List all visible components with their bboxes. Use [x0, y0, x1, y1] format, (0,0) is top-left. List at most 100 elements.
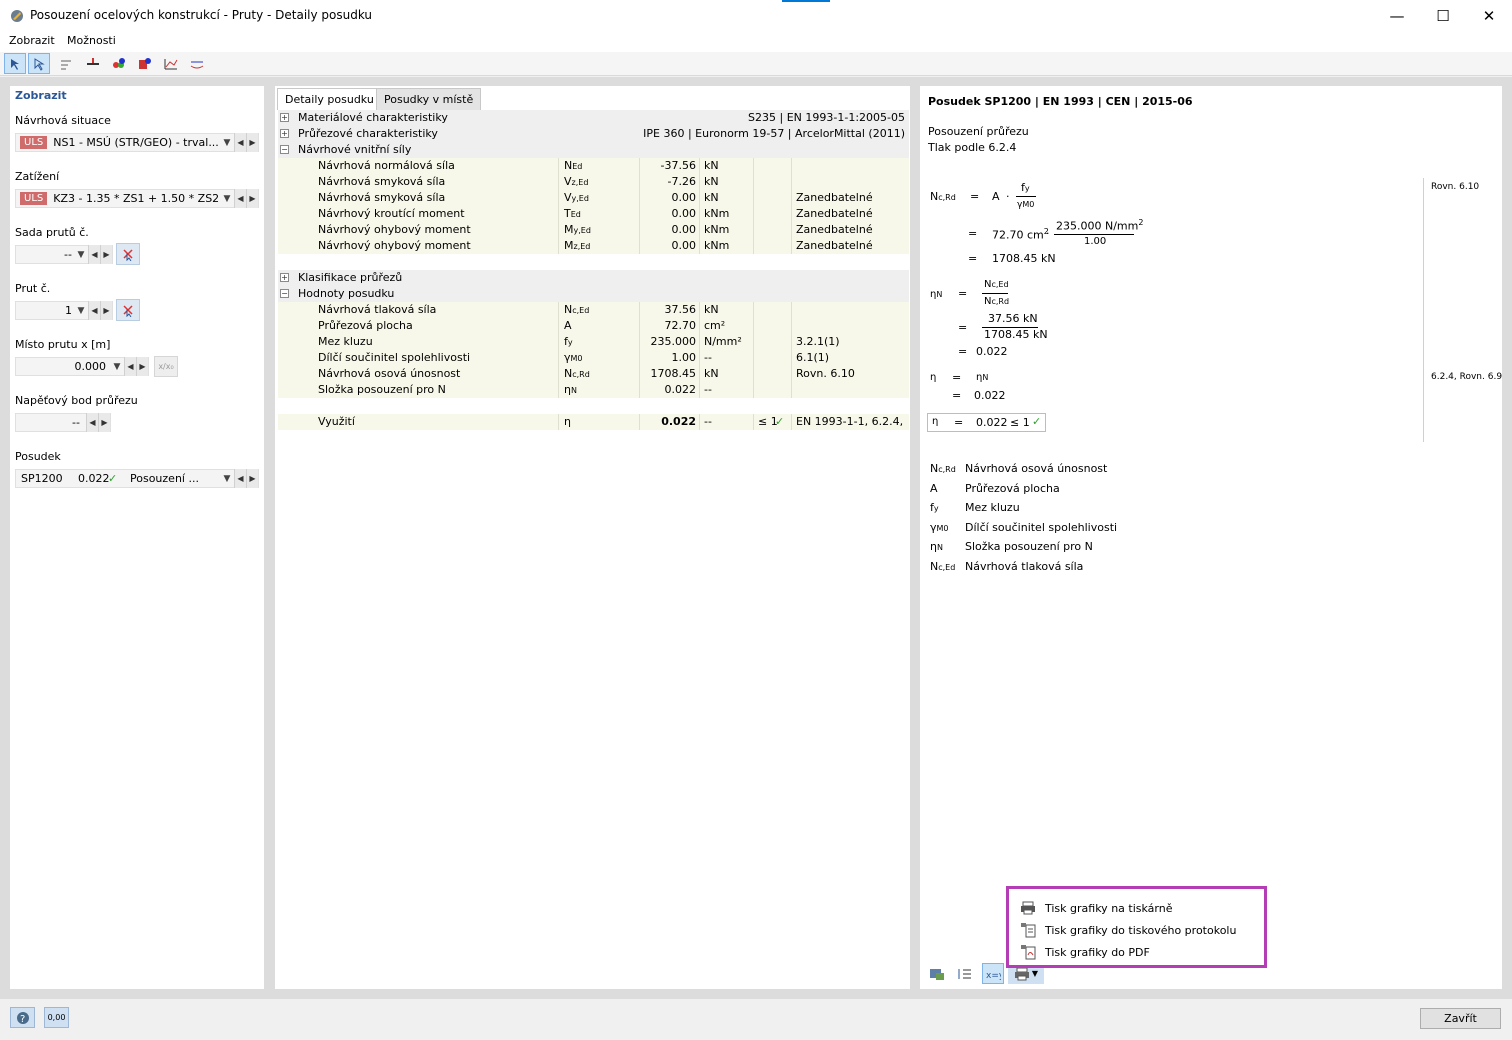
table-row[interactable]: Návrhová tlaková síla Nc,Ed 37.56 kN	[278, 302, 909, 318]
close-window-button[interactable]: ✕	[1466, 0, 1512, 32]
group-section[interactable]: + Průřezové charakteristiky IPE 360 | Eu…	[278, 126, 909, 142]
chevron-down-icon[interactable]: ▼	[220, 474, 234, 484]
next-arrow-icon[interactable]: ▶	[246, 469, 258, 488]
check-ok-icon: ✓	[1032, 415, 1042, 428]
row-unit: N/mm²	[704, 335, 742, 348]
table-row[interactable]: Mez kluzu fy 235.000 N/mm² 3.2.1(1)	[278, 334, 909, 350]
prev-arrow-icon[interactable]: ◀	[234, 133, 246, 152]
table-row[interactable]: Návrhový ohybový moment My,Ed 0.00 kNm Zaned…	[278, 222, 909, 238]
group-forces[interactable]: − Návrhové vnitřní síly	[278, 142, 909, 158]
next-arrow-icon[interactable]: ▶	[100, 245, 112, 264]
design-situation-combo[interactable]: ULS NS1 - MSÚ (STR/GEO) - trval... ▼ ◀ ▶	[15, 133, 259, 152]
relative-location-button[interactable]: x/x₀	[154, 356, 178, 377]
legend-item: ηN Složka posouzení pro N	[930, 540, 1093, 553]
chevron-down-icon[interactable]: ▼	[74, 306, 88, 316]
check-combo[interactable]: SP1200 0.022 ✓ Posouzení ... ▼ ◀ ▶	[15, 469, 259, 488]
design-situation-label: Návrhová situace	[15, 114, 111, 127]
collapse-icon[interactable]: −	[280, 289, 289, 298]
next-arrow-icon[interactable]: ▶	[246, 189, 258, 208]
menu-moznosti[interactable]: Možnosti	[67, 34, 116, 47]
row-name: Složka posouzení pro N	[318, 383, 446, 396]
row-symbol: NEd	[564, 159, 583, 172]
chevron-down-icon[interactable]: ▼	[1032, 969, 1038, 978]
loading-combo[interactable]: ULS KZ3 - 1.35 * ZS1 + 1.50 * ZS2 ... ▼ …	[15, 189, 259, 208]
group-material[interactable]: + Materiálové charakteristiky S235 | EN …	[278, 110, 909, 126]
group-label: Materiálové charakteristiky	[298, 111, 448, 124]
legend-description: Dílčí součinitel spolehlivosti	[965, 520, 1118, 534]
align-icon[interactable]	[55, 53, 77, 74]
close-dialog-button[interactable]: Zavřít	[1420, 1008, 1501, 1029]
member-set-combo[interactable]: -- ▼ ◀ ▶	[15, 245, 113, 264]
table-row[interactable]: Návrhový kroutící moment TEd 0.00 kNm Zanedb…	[278, 206, 909, 222]
prev-arrow-icon[interactable]: ◀	[88, 245, 100, 264]
row-symbol: fy	[564, 335, 573, 348]
member-icon[interactable]	[82, 53, 104, 74]
section-icon[interactable]	[134, 53, 156, 74]
row-name: Návrhová smyková síla	[318, 191, 446, 204]
menu-print-to-printer[interactable]: Tisk grafiky na tiskárně	[1017, 897, 1173, 919]
prev-arrow-icon[interactable]: ◀	[234, 189, 246, 208]
select-location-icon[interactable]	[28, 53, 50, 74]
member-combo[interactable]: 1 ▼ ◀ ▶	[15, 301, 113, 320]
group-check-values[interactable]: − Hodnoty posudku	[278, 286, 909, 302]
table-row[interactable]: Průřezová plocha A 72.70 cm²	[278, 318, 909, 334]
fraction-bar	[1016, 196, 1036, 197]
prev-arrow-icon[interactable]: ◀	[124, 357, 136, 376]
expand-icon[interactable]: +	[280, 113, 289, 122]
formula-symbol: η	[932, 416, 939, 427]
row-name: Návrhový ohybový moment	[318, 239, 471, 252]
chevron-down-icon[interactable]: ▼	[110, 362, 124, 372]
deformation-icon[interactable]	[186, 53, 208, 74]
row-name: Dílčí součinitel spolehlivosti	[318, 351, 471, 364]
group-classification[interactable]: + Klasifikace průřezů	[278, 270, 909, 286]
prev-arrow-icon[interactable]: ◀	[234, 469, 246, 488]
table-row[interactable]: Návrhová smyková síla Vy,Ed 0.00 kN Zanedbat…	[278, 190, 909, 206]
list-numbering-icon[interactable]	[954, 963, 976, 984]
menu-print-to-pdf[interactable]: Tisk grafiky do PDF	[1017, 941, 1150, 963]
expand-icon[interactable]: +	[280, 129, 289, 138]
chevron-down-icon[interactable]: ▼	[220, 138, 234, 148]
maximize-button[interactable]: ☐	[1420, 0, 1466, 32]
select-member-icon[interactable]	[4, 53, 26, 74]
decimal-places-button[interactable]: 0,00	[44, 1007, 69, 1028]
tab-checks-at-location[interactable]: Posudky v místě	[376, 88, 482, 110]
diagram-icon[interactable]	[160, 53, 182, 74]
menu-zobrazit[interactable]: Zobrazit	[9, 34, 55, 47]
prev-arrow-icon[interactable]: ◀	[88, 301, 100, 320]
color-scale-icon[interactable]	[108, 53, 130, 74]
uls-badge: ULS	[20, 192, 48, 205]
menu-label: Tisk grafiky do tiskového protokolu	[1045, 923, 1237, 937]
group-value: IPE 360 | Euronorm 19-57 | ArcelorMittal…	[643, 127, 905, 140]
next-arrow-icon[interactable]: ▶	[136, 357, 148, 376]
menu-print-to-report[interactable]: Tisk grafiky do tiskového protokolu	[1017, 919, 1236, 941]
minimize-button[interactable]: —	[1374, 0, 1420, 32]
formula-ncrd-result: 1708.45 kN	[992, 252, 1056, 265]
tab-check-details[interactable]: Detaily posudku	[277, 88, 382, 110]
pick-member-set-icon[interactable]	[116, 243, 140, 265]
table-row[interactable]: Dílčí součinitel spolehlivosti γM0 1.00 -- 6…	[278, 350, 909, 366]
pick-member-icon[interactable]	[116, 299, 140, 321]
table-row[interactable]: Návrhový ohybový moment Mz,Ed 0.00 kNm Zaned…	[278, 238, 909, 254]
stress-point-combo[interactable]: -- ◀ ▶	[15, 413, 111, 432]
row-unit: kN	[704, 175, 719, 188]
next-arrow-icon[interactable]: ▶	[100, 301, 112, 320]
collapse-icon[interactable]: −	[280, 145, 289, 154]
chevron-down-icon[interactable]: ▼	[220, 194, 234, 204]
table-row[interactable]: Návrhová smyková síla Vz,Ed -7.26 kN	[278, 174, 909, 190]
table-row[interactable]: Složka posouzení pro N ηN 0.022 --	[278, 382, 909, 398]
location-combo[interactable]: 0.000 ▼ ◀ ▶	[15, 357, 149, 376]
next-arrow-icon[interactable]: ▶	[98, 413, 110, 432]
utilization-row[interactable]: Využití η 0.022 -- ≤ 1 ✓ EN 1993-1-1, 6.…	[278, 414, 909, 430]
prev-arrow-icon[interactable]: ◀	[86, 413, 98, 432]
formula-display-icon[interactable]: x=y	[982, 963, 1004, 984]
graphics-settings-icon[interactable]	[926, 963, 948, 984]
table-row[interactable]: Návrhová osová únosnost Nc,Rd 1708.45 kN Rov…	[278, 366, 909, 382]
table-row[interactable]: Návrhová normálová síla NEd -37.56 kN	[278, 158, 909, 174]
row-unit: --	[704, 383, 712, 396]
legend-item: A Průřezová plocha	[930, 482, 1060, 495]
chevron-down-icon[interactable]: ▼	[74, 250, 88, 260]
check-ratio: 0.022	[78, 472, 110, 485]
next-arrow-icon[interactable]: ▶	[246, 133, 258, 152]
help-icon[interactable]: ?	[10, 1007, 35, 1028]
expand-icon[interactable]: +	[280, 273, 289, 282]
